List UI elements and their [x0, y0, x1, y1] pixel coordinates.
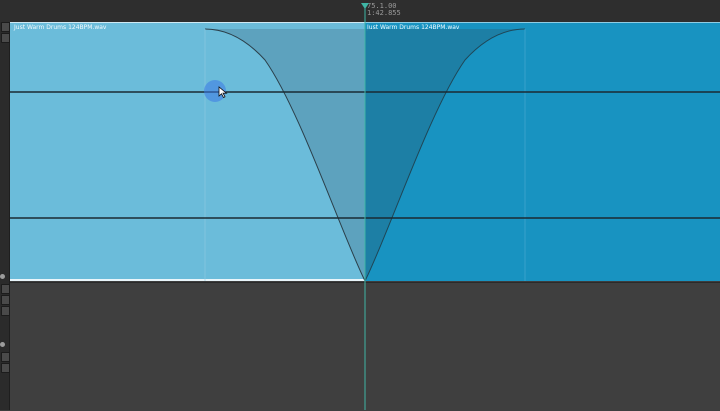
crossfade-fade-out-region[interactable]	[205, 29, 365, 281]
mouse-pointer-icon	[218, 86, 228, 98]
crossfade-fade-in-region[interactable]	[365, 29, 525, 281]
crossfade-overlay	[10, 3, 720, 410]
playhead-marker-icon[interactable]	[361, 3, 369, 9]
